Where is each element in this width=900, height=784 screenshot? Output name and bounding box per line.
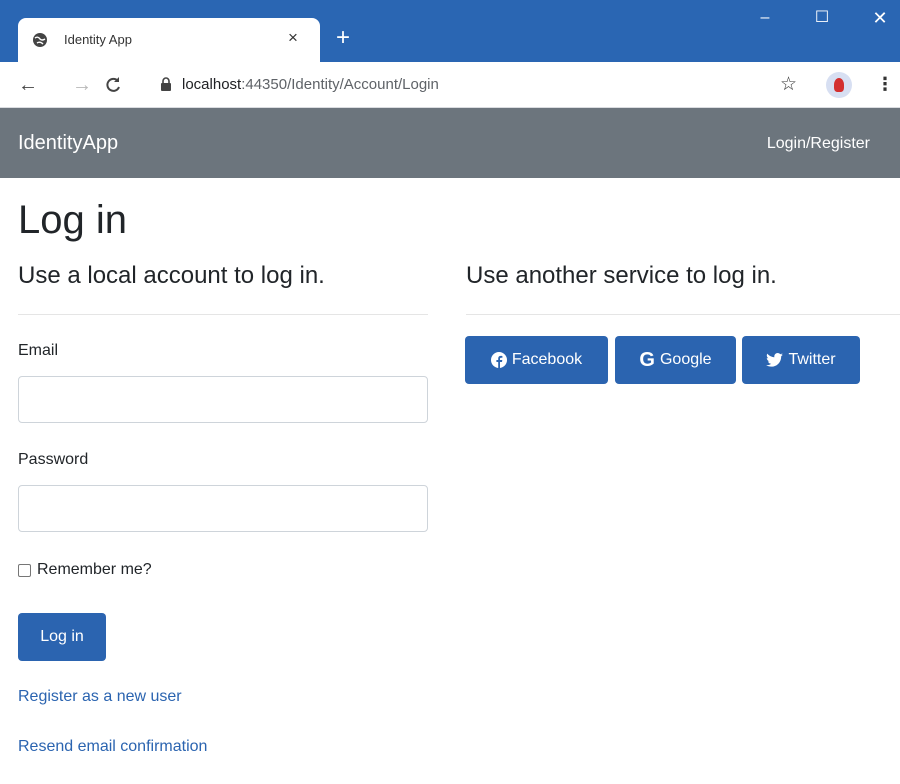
navbar-brand[interactable]: IdentityApp	[18, 132, 118, 155]
divider-left	[18, 314, 428, 315]
close-window-button[interactable]: ✕	[860, 8, 900, 28]
tab-title: Identity App	[64, 32, 132, 47]
new-tab-button[interactable]: +	[336, 24, 350, 52]
email-field[interactable]	[18, 376, 428, 423]
email-label: Email	[18, 342, 59, 359]
external-service-heading: Use another service to log in.	[466, 262, 777, 289]
page-title: Log in	[18, 198, 127, 242]
browser-tab[interactable]: Identity App ×	[18, 18, 320, 62]
twitter-login-button[interactable]: Twitter	[742, 336, 860, 384]
tab-close-icon[interactable]: ×	[288, 28, 298, 48]
url-port: :44350	[241, 76, 288, 93]
lock-icon[interactable]	[160, 76, 172, 92]
bookmark-star-icon[interactable]: ☆	[780, 73, 797, 96]
forward-arrow-icon[interactable]: →	[72, 74, 92, 96]
menu-kebab-icon[interactable]: ⋮	[876, 74, 894, 95]
remember-me-checkbox[interactable]	[18, 564, 31, 577]
app-navbar: IdentityApp Login/Register	[0, 108, 900, 178]
google-icon: G	[639, 349, 655, 371]
back-arrow-icon[interactable]: ←	[18, 74, 38, 96]
globe-icon	[33, 33, 47, 47]
url-path: /Identity/Account/Login	[287, 76, 439, 93]
twitter-label: Twitter	[788, 351, 836, 368]
divider-right	[466, 314, 900, 315]
profile-avatar[interactable]	[826, 72, 852, 98]
facebook-icon	[490, 352, 507, 368]
twitter-icon	[766, 353, 784, 367]
facebook-login-button[interactable]: Facebook	[465, 336, 608, 384]
password-label: Password	[18, 451, 89, 468]
maximize-button[interactable]: ☐	[802, 8, 842, 28]
google-label: Google	[659, 351, 712, 368]
password-field[interactable]	[18, 485, 428, 532]
resend-confirmation-link[interactable]: Resend email confirmation	[18, 738, 207, 756]
register-link[interactable]: Register as a new user	[18, 688, 182, 706]
facebook-label: Facebook	[511, 351, 583, 368]
minimize-button[interactable]: –	[745, 8, 785, 28]
local-account-heading: Use a local account to log in.	[18, 262, 325, 289]
browser-toolbar: ← → localhost:44350/Identity/Account/Log…	[0, 62, 900, 108]
address-bar[interactable]: localhost:44350/Identity/Account/Login	[182, 76, 439, 93]
login-button[interactable]: Log in	[18, 613, 106, 661]
reload-icon[interactable]	[104, 76, 122, 94]
browser-titlebar: Identity App × + – ☐ ✕	[0, 0, 900, 62]
login-register-link[interactable]: Login/Register	[767, 135, 870, 153]
url-host: localhost	[182, 76, 242, 93]
google-login-button[interactable]: G Google	[615, 336, 736, 384]
remember-me-label[interactable]: Remember me?	[37, 561, 152, 579]
